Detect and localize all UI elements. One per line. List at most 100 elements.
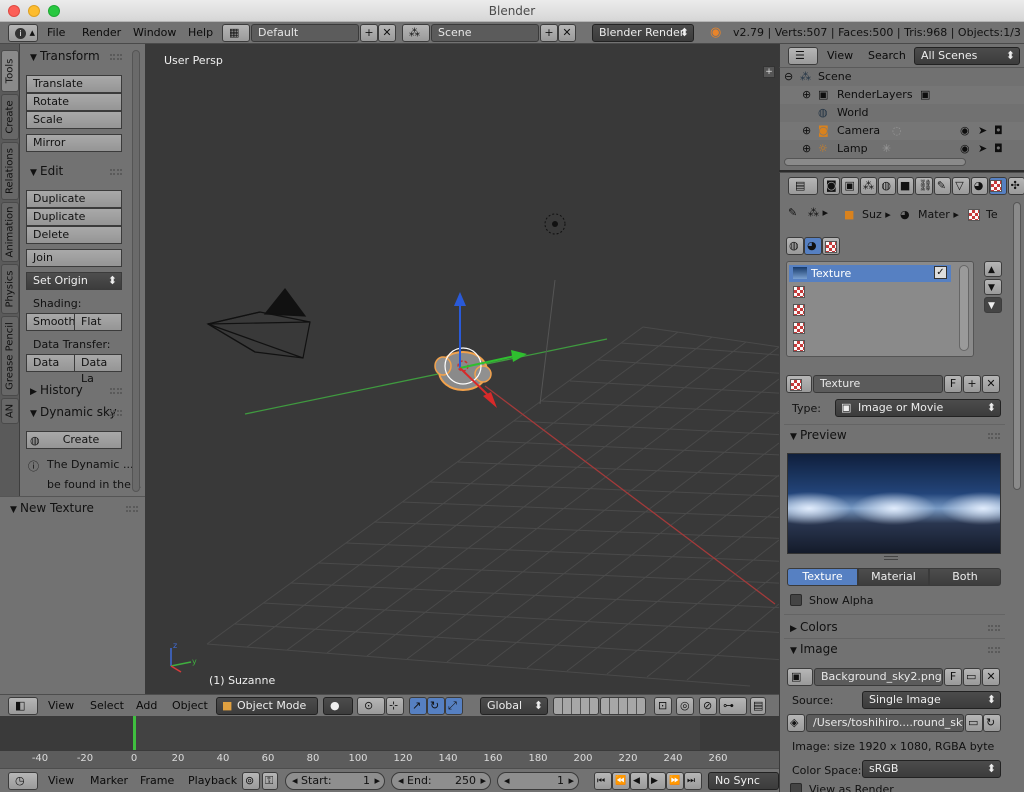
preview-material-tab[interactable]: Material — [858, 568, 929, 586]
add-scene-button[interactable]: + — [540, 24, 558, 42]
view-as-render-checkbox[interactable] — [790, 783, 802, 792]
tab-physics[interactable]: Physics — [1, 264, 19, 314]
texture-slot-empty[interactable] — [793, 283, 961, 300]
preview-both-tab[interactable]: Both — [929, 568, 1001, 586]
outliner-row-renderlayers[interactable]: ⊕ ▣ RenderLayers ▣ — [780, 86, 1024, 104]
data-layers-button[interactable]: Data La — [74, 354, 122, 385]
tab-constraints[interactable]: ⛓ — [915, 177, 933, 195]
editor-type-button[interactable]: ◧ — [8, 697, 38, 715]
drag-grip-icon[interactable] — [110, 54, 122, 60]
open-image-button[interactable]: ▭ — [963, 668, 981, 686]
layer-buttons-bottom[interactable] — [600, 697, 646, 715]
eye-icon[interactable]: ◉ — [960, 140, 970, 158]
outliner-row-lamp[interactable]: ⊕ ☼ Lamp ✳ ◉ ➤ ◘ — [780, 140, 1024, 158]
scene-field[interactable]: Scene — [431, 24, 539, 42]
image-filepath-field[interactable]: /Users/toshihiro....round_sky2.png — [806, 714, 964, 732]
image-source-select[interactable]: Single Image ⬍ — [862, 691, 1001, 709]
panel-image-header[interactable]: ▼ Image — [790, 642, 838, 656]
tab-object[interactable]: ■ — [896, 177, 915, 195]
drag-grip-icon[interactable] — [110, 169, 122, 175]
image-fake-user-button[interactable]: F — [944, 668, 962, 686]
tab-particles[interactable]: ✣ — [1007, 177, 1024, 195]
editor-type-button[interactable]: ◷ — [8, 772, 38, 790]
texture-slot-selected[interactable]: Texture ✓ — [789, 265, 951, 282]
editor-type-button[interactable]: ☰ — [788, 47, 818, 65]
camera-render-icon[interactable]: ◘ — [994, 140, 1003, 158]
delete-scene-button[interactable]: ✕ — [558, 24, 576, 42]
menu-playback[interactable]: Playback — [188, 772, 237, 790]
drag-grip-icon[interactable] — [110, 410, 122, 416]
jump-start-button[interactable]: ⏮ — [594, 772, 612, 790]
play-button[interactable]: ▶ — [648, 772, 666, 790]
outliner-display-mode-select[interactable]: All Scenes ⬍ — [914, 47, 1020, 65]
tab-relations[interactable]: Relations — [1, 142, 19, 200]
timeline[interactable]: -40 -20 0 20 40 60 80 100 120 140 160 18… — [0, 716, 779, 768]
add-layout-button[interactable]: + — [360, 24, 378, 42]
rotate-button[interactable]: Rotate — [26, 93, 122, 111]
tab-world[interactable]: ◍ — [878, 177, 896, 195]
tab-scene[interactable]: ⁂ — [859, 177, 878, 195]
properties-toggle-icon[interactable]: + — [763, 66, 775, 78]
jump-end-button[interactable]: ⏭ — [684, 772, 702, 790]
menu-render[interactable]: Render — [82, 24, 121, 42]
preview-resize-grip[interactable] — [884, 556, 898, 560]
image-browse-button[interactable]: ▣ — [787, 668, 813, 686]
sync-mode-select[interactable]: No Sync — [708, 772, 779, 790]
scale-manipulator-button[interactable]: ⤢ — [445, 697, 463, 715]
move-slot-down-button[interactable]: ▼ — [984, 279, 1002, 295]
material-texture-toggle[interactable]: ◕ — [804, 237, 822, 255]
slot-list-scrollbar[interactable] — [959, 265, 969, 351]
transform-orientation-select[interactable]: Global ⬍ — [480, 697, 548, 715]
panel-new-texture-header[interactable]: ▼ New Texture — [10, 501, 94, 515]
slot-enabled-checkbox[interactable]: ✓ — [934, 266, 947, 279]
prev-keyframe-button[interactable]: ⏪ — [612, 772, 630, 790]
editor-type-button[interactable]: ▤ — [788, 177, 818, 195]
tab-render[interactable]: ◙ — [823, 177, 841, 195]
fake-user-button[interactable]: F — [944, 375, 962, 393]
translate-button[interactable]: Translate — [26, 75, 122, 93]
expand-icon[interactable]: ⊕ — [802, 86, 811, 104]
menu-select[interactable]: Select — [90, 697, 124, 715]
auto-keying-toggle[interactable]: ⊚ — [242, 772, 260, 790]
menu-file[interactable]: File — [47, 24, 65, 42]
timeline-ruler[interactable]: -40 -20 0 20 40 60 80 100 120 140 160 18… — [0, 750, 779, 768]
shade-flat-button[interactable]: Flat — [74, 313, 122, 331]
scene-browse-button[interactable]: ⁂ — [402, 24, 430, 42]
menu-window[interactable]: Window — [133, 24, 176, 42]
color-space-select[interactable]: sRGB ⬍ — [862, 760, 1001, 778]
other-texture-toggle[interactable] — [822, 237, 840, 255]
tab-material[interactable]: ◕ — [970, 177, 989, 195]
mirror-button[interactable]: Mirror — [26, 134, 122, 152]
editor-type-button[interactable]: i ▴ — [8, 24, 38, 42]
panel-history-header[interactable]: ▶ History — [30, 383, 83, 397]
move-slot-up-button[interactable]: ▲ — [984, 261, 1002, 277]
toolshelf-scrollbar[interactable] — [132, 50, 140, 492]
3d-viewport[interactable]: z y User Persp (1) Suzanne + — [145, 44, 779, 694]
translate-manipulator-button[interactable]: ↗ — [409, 697, 427, 715]
texture-type-select[interactable]: ▣ Image or Movie ⬍ — [835, 399, 1001, 417]
suzanne-object[interactable] — [434, 347, 492, 391]
drag-grip-icon[interactable] — [126, 506, 138, 512]
tab-render-layers[interactable]: ▣ — [841, 177, 859, 195]
outliner-row-scene[interactable]: ⊖ ⁂ Scene — [780, 68, 1024, 86]
timeline-area[interactable] — [0, 716, 779, 750]
start-frame-field[interactable]: ◂ Start: 1 ▸ — [285, 772, 385, 790]
menu-frame[interactable]: Frame — [140, 772, 174, 790]
proportional-edit-toggle[interactable]: ⊘ — [699, 697, 717, 715]
texture-slot-empty[interactable] — [793, 319, 961, 336]
render-engine-select[interactable]: Blender Render ⬍ — [592, 24, 694, 42]
menu-marker[interactable]: Marker — [90, 772, 128, 790]
menu-object[interactable]: Object — [172, 697, 208, 715]
world-texture-toggle[interactable]: ◍ — [786, 237, 804, 255]
manipulator-toggle[interactable]: ⊹ — [386, 697, 404, 715]
lamp-object[interactable] — [544, 213, 566, 235]
current-frame-cursor[interactable] — [133, 716, 136, 750]
join-button[interactable]: Join — [26, 249, 122, 267]
delete-layout-button[interactable]: ✕ — [378, 24, 396, 42]
opengl-render-button[interactable]: ▤ — [750, 697, 766, 715]
pivot-point-select[interactable]: ⊙ — [357, 697, 385, 715]
menu-view[interactable]: View — [48, 697, 74, 715]
panel-transform-header[interactable]: ▼ Transform — [30, 49, 100, 63]
cursor-select-icon[interactable]: ➤ — [978, 140, 987, 158]
snap-element-select[interactable]: ⊶ — [719, 697, 747, 715]
